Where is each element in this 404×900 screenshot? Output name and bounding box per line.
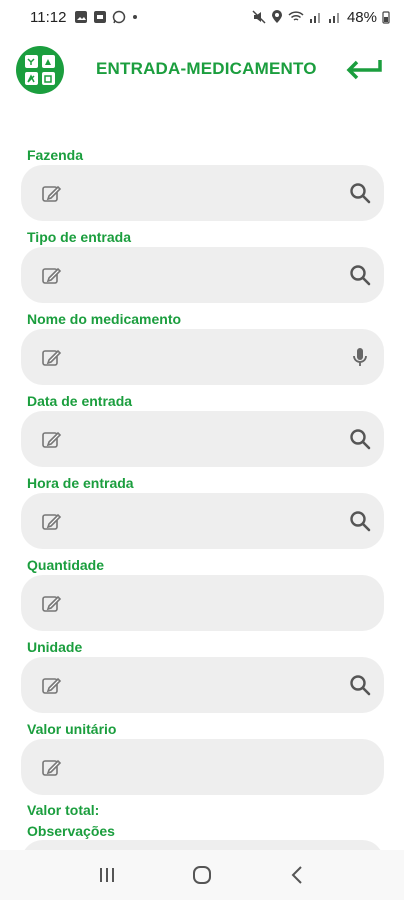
status-time: 11:12: [30, 8, 67, 26]
data-entrada-input[interactable]: [73, 411, 334, 467]
field-label: Nome do medicamento: [27, 311, 182, 327]
nome-medicamento-input[interactable]: [73, 329, 334, 385]
field-label: Unidade: [27, 639, 83, 655]
edit-icon: [42, 267, 62, 284]
battery-text: 48%: [346, 8, 377, 26]
search-icon[interactable]: [348, 673, 372, 697]
field-valor-unitario: Valor unitário: [0, 714, 404, 796]
field-fazenda: Fazenda: [0, 140, 404, 222]
search-icon[interactable]: [348, 181, 372, 205]
status-bar: 11:12 48%: [0, 0, 404, 34]
edit-icon: [42, 431, 62, 448]
edit-icon: [42, 185, 62, 202]
input-container[interactable]: [21, 247, 384, 303]
back-button[interactable]: [282, 860, 312, 890]
field-label: Fazenda: [27, 147, 84, 163]
notification-icons: [74, 10, 139, 24]
status-right: 48%: [252, 9, 390, 26]
dot-icon: [133, 15, 138, 19]
valor-total-label: Valor total:: [27, 802, 100, 818]
input-container[interactable]: [21, 739, 384, 795]
signal-icon-2: [328, 13, 339, 23]
field-hora-entrada: Hora de entrada: [0, 468, 404, 550]
search-icon[interactable]: [348, 263, 372, 287]
app-header: ENTRADA-MEDICAMENTO: [0, 40, 404, 100]
field-label: Hora de entrada: [27, 475, 134, 491]
battery-icon: [382, 11, 390, 24]
input-container[interactable]: [21, 411, 384, 467]
recent-apps-icon: [100, 868, 115, 882]
logo-icon: [25, 55, 55, 85]
page-title: ENTRADA-MEDICAMENTO: [96, 59, 317, 78]
observacoes-label: Observações: [27, 823, 115, 839]
home-button[interactable]: [187, 860, 217, 890]
edit-icon: [42, 349, 62, 366]
search-icon[interactable]: [348, 427, 372, 451]
mute-icon: [252, 10, 266, 24]
field-label: Tipo de entrada: [27, 229, 131, 245]
field-nome-medicamento: Nome do medicamento: [0, 304, 404, 386]
home-icon: [192, 866, 211, 884]
back-chevron-icon: [291, 866, 302, 884]
mic-icon[interactable]: [348, 345, 372, 369]
app-notification-icon: [94, 11, 107, 23]
edit-icon: [42, 759, 62, 776]
field-label: Data de entrada: [27, 393, 133, 409]
edit-icon: [42, 677, 62, 694]
whatsapp-icon: [113, 10, 126, 24]
field-data-entrada: Data de entrada: [0, 386, 404, 468]
field-label: Quantidade: [27, 557, 105, 573]
tipo-entrada-input[interactable]: [73, 247, 334, 303]
search-icon[interactable]: [348, 509, 372, 533]
input-container[interactable]: [21, 575, 384, 631]
gallery-icon: [75, 11, 88, 23]
back-arrow-icon[interactable]: [344, 54, 384, 84]
wifi-icon: [288, 11, 304, 21]
hora-entrada-input[interactable]: [73, 493, 334, 549]
valor-unitario-input[interactable]: [73, 739, 334, 795]
location-icon: [271, 10, 282, 23]
app-logo: [16, 46, 64, 94]
unidade-input[interactable]: [73, 657, 334, 713]
field-quantidade: Quantidade: [0, 550, 404, 632]
entry-form: Fazenda Tipo de entrada Nome do medicame…: [0, 140, 404, 796]
edit-icon: [42, 595, 62, 612]
input-container[interactable]: [21, 493, 384, 549]
input-container[interactable]: [21, 657, 384, 713]
input-container[interactable]: [21, 329, 384, 385]
fazenda-input[interactable]: [73, 165, 334, 221]
system-nav-bar: [0, 850, 404, 900]
field-unidade: Unidade: [0, 632, 404, 714]
signal-icon: [309, 13, 320, 23]
field-label: Valor unitário: [27, 721, 117, 737]
quantidade-input[interactable]: [73, 575, 334, 631]
edit-icon: [42, 513, 62, 530]
recent-apps-button[interactable]: [92, 860, 122, 890]
input-container[interactable]: [21, 165, 384, 221]
field-tipo-entrada: Tipo de entrada: [0, 222, 404, 304]
